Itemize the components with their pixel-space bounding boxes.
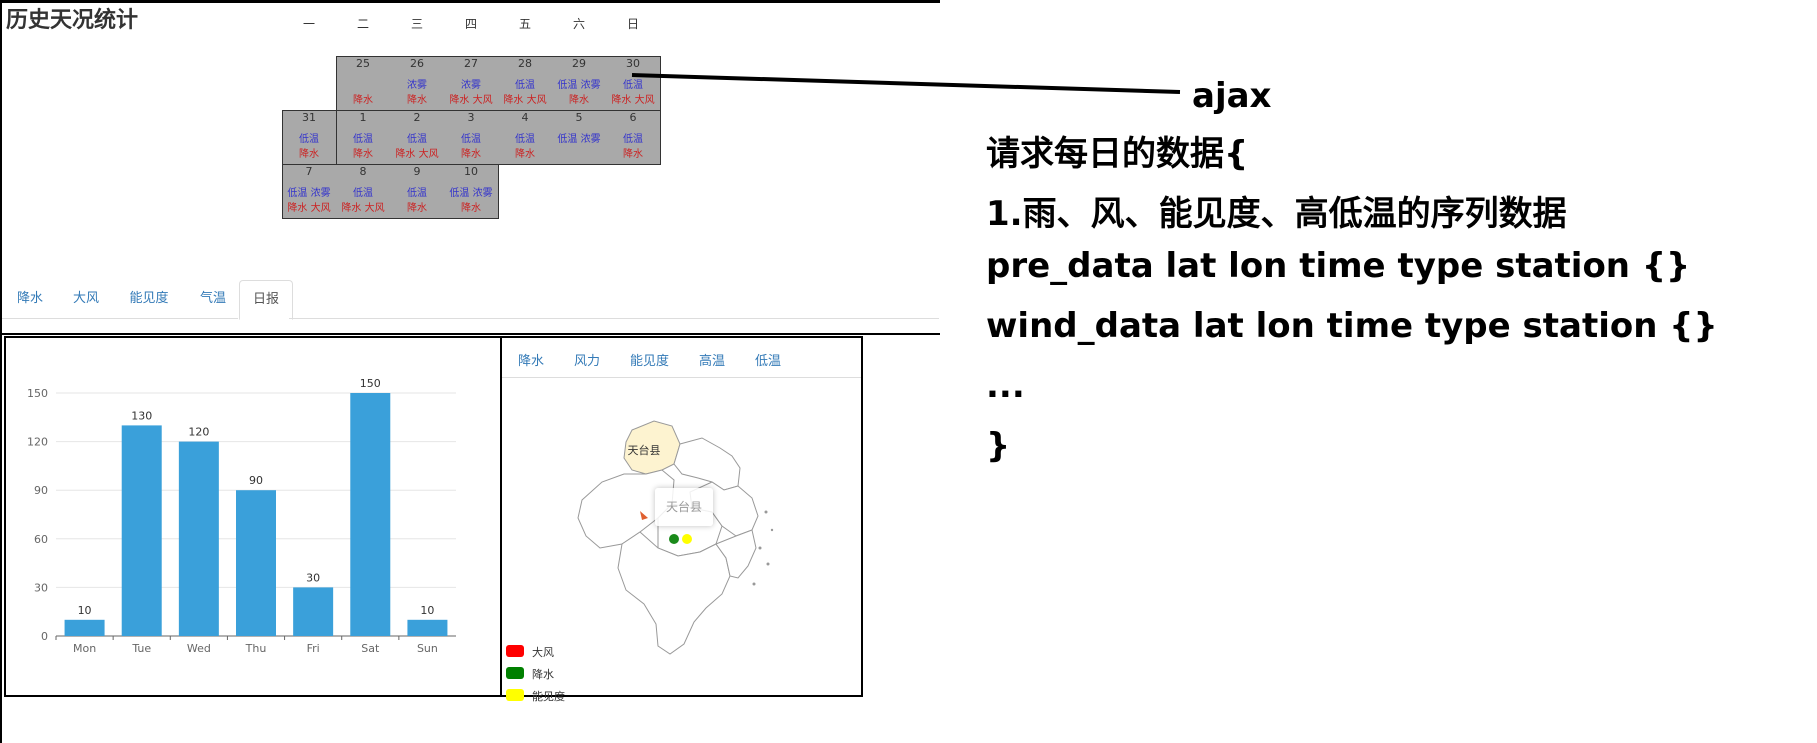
bar-value-label: 30	[306, 571, 320, 584]
section-divider	[0, 333, 940, 335]
county-outline-north	[673, 437, 741, 491]
county-label: 天台县	[628, 443, 661, 457]
note-line-2: 1.雨、风、能见度、高低温的序列数据	[986, 194, 1567, 234]
bar-value-label: 130	[131, 409, 152, 422]
precipitation-marker	[669, 534, 679, 544]
tab-underline-left	[2, 318, 238, 319]
note-line-5: ...	[986, 366, 1025, 406]
bar-chart-panel: 0 30 60 90 120 150 10 Mon 130 Tue 120 Wed 90 Thu 30 Fri…	[4, 336, 502, 697]
bar-Mon[interactable]	[64, 619, 105, 636]
bar-Sat[interactable]	[350, 393, 391, 636]
note-line-6: }	[986, 426, 1011, 466]
map-tab-wind[interactable]: 风力	[574, 350, 600, 369]
ajax-note: ajax	[1192, 76, 1272, 116]
tab-precipitation[interactable]: 降水	[2, 280, 58, 318]
tooltip-text: 天台县	[665, 500, 702, 514]
bar-Tue[interactable]	[121, 425, 162, 636]
legend-label-visibility: 能见度	[532, 690, 565, 703]
county-map[interactable]: 天台县	[562, 408, 802, 668]
tab-wind[interactable]: 大风	[58, 280, 114, 318]
tab-daily-report[interactable]: 日报	[239, 280, 293, 320]
bar-value-label: 10	[78, 604, 92, 617]
y-tick-label: 120	[27, 436, 48, 449]
legend-label-precipitation: 降水	[532, 668, 554, 681]
note-line-4: wind_data lat lon time type station {}	[986, 306, 1718, 346]
legend-swatch-precipitation[interactable]	[506, 667, 524, 679]
y-tick-label: 60	[34, 533, 48, 546]
x-tick-label: Tue	[131, 642, 151, 655]
tab-visibility[interactable]: 能见度	[114, 280, 184, 318]
map-tab-high-temp[interactable]: 高温	[699, 350, 725, 369]
x-tick-label: Fri	[307, 642, 320, 655]
bar-Fri[interactable]	[293, 587, 334, 636]
map-tooltip: 天台县	[655, 488, 713, 526]
x-tick-label: Wed	[187, 642, 211, 655]
bar-chart: 0 30 60 90 120 150 10 Mon 130 Tue 120 Wed 90 Thu 30 Fri…	[27, 377, 456, 655]
tab-temperature[interactable]: 气温	[184, 280, 242, 318]
legend-label-wind: 大风	[532, 646, 554, 659]
bar-Sun[interactable]	[407, 619, 448, 636]
bar-value-label: 150	[360, 377, 381, 390]
bar-value-label: 90	[249, 474, 263, 487]
map-tab-low-temp[interactable]: 低温	[755, 350, 781, 369]
bar-value-label: 120	[188, 426, 209, 439]
note-line-3: pre_data lat lon time type station {}	[986, 246, 1691, 286]
tab-underline	[289, 318, 939, 319]
y-tick-label: 150	[27, 387, 48, 400]
map-tab-visibility[interactable]: 能见度	[630, 350, 669, 369]
x-tick-label: Sun	[417, 642, 438, 655]
map-tab-divider	[502, 377, 861, 378]
y-tick-label: 90	[34, 484, 48, 497]
bar-Thu[interactable]	[236, 490, 276, 636]
legend-swatch-visibility[interactable]	[506, 689, 524, 701]
map-panel: 降水 风力 能见度 高温 低温 天台县 天台县 大风 降水 能见度	[500, 336, 863, 703]
map-tab-precipitation[interactable]: 降水	[518, 350, 544, 369]
visibility-marker	[682, 534, 692, 544]
x-tick-label: Sat	[361, 642, 380, 655]
bar-Wed[interactable]	[178, 441, 219, 636]
legend-swatch-wind[interactable]	[506, 645, 524, 657]
note-line-1: 请求每日的数据{	[986, 134, 1249, 174]
x-tick-label: Mon	[73, 642, 96, 655]
bar-value-label: 10	[420, 604, 434, 617]
x-tick-label: Thu	[245, 642, 267, 655]
y-tick-label: 0	[41, 630, 48, 643]
y-tick-label: 30	[34, 581, 48, 594]
